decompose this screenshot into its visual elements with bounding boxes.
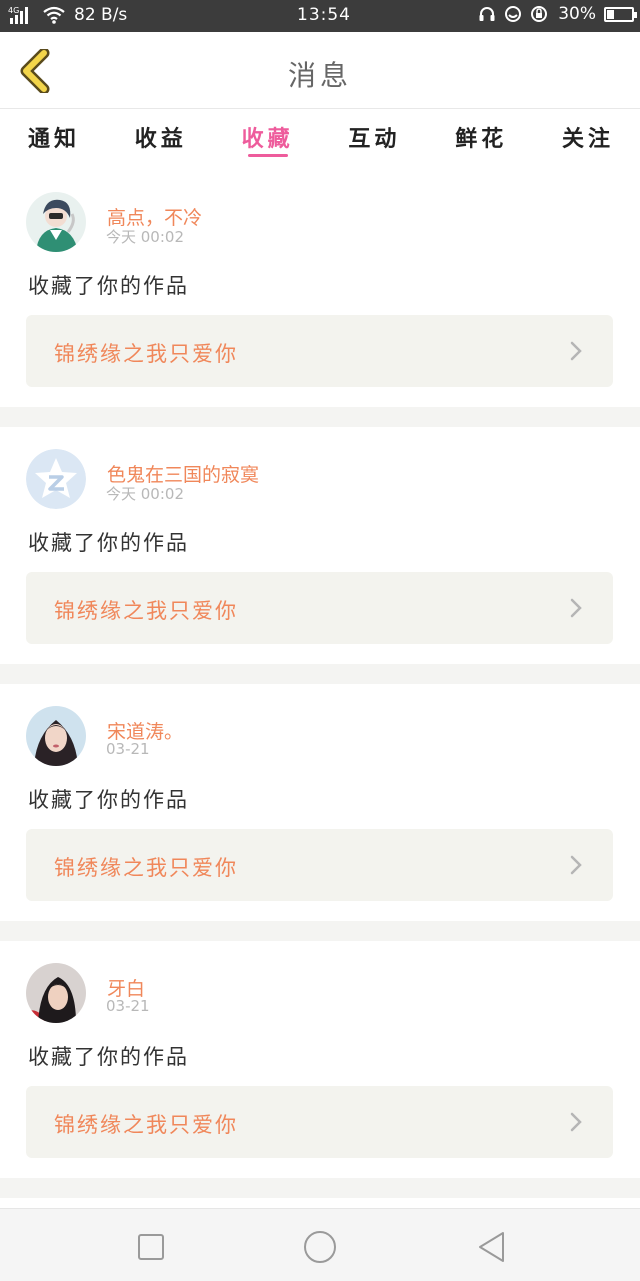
timestamp: 今天 00:02 <box>106 228 184 246</box>
chevron-right-icon <box>570 341 582 361</box>
tab-flowers[interactable]: 鲜花 <box>455 109 507 169</box>
work-link[interactable]: 锦绣缘之我只爱你 <box>26 315 613 387</box>
tab-label: 通知 <box>28 127 81 152</box>
tab-favorites[interactable]: 收藏 <box>242 109 294 169</box>
divider <box>0 1178 640 1198</box>
recent-apps-button[interactable] <box>131 1227 171 1267</box>
divider <box>0 664 640 684</box>
headphones-icon <box>478 5 496 23</box>
default-avatar-icon <box>26 449 86 509</box>
tab-label: 收藏 <box>241 127 294 152</box>
network-speed: 82 B/s <box>74 5 128 25</box>
work-link[interactable]: 锦绣缘之我只爱你 <box>26 829 613 901</box>
divider <box>0 407 640 427</box>
tab-follows[interactable]: 关注 <box>562 109 614 169</box>
divider <box>0 921 640 941</box>
rotation-lock-icon <box>530 5 550 23</box>
tab-earnings[interactable]: 收益 <box>135 109 187 169</box>
active-tab-indicator <box>247 154 288 157</box>
system-nav-bar <box>0 1208 640 1281</box>
avatar[interactable] <box>26 192 86 252</box>
photo-avatar-icon <box>26 963 86 1023</box>
back-nav-button[interactable] <box>472 1227 512 1267</box>
message-card: 牙白 03-21 收藏了你的作品 锦绣缘之我只爱你 <box>0 941 640 1178</box>
action-text: 收藏了你的作品 <box>28 788 189 812</box>
app-header: 消息 <box>0 32 640 109</box>
tab-interactions[interactable]: 互动 <box>348 109 400 169</box>
photo-avatar-icon <box>26 706 86 766</box>
message-card: 高点，不冷 今天 00:02 收藏了你的作品 锦绣缘之我只爱你 <box>0 170 640 407</box>
action-text: 收藏了你的作品 <box>28 531 189 555</box>
avatar[interactable] <box>26 449 86 509</box>
status-bar: 4G 82 B/s 13:54 30% <box>0 0 640 32</box>
home-button[interactable] <box>300 1227 340 1267</box>
tab-notifications[interactable]: 通知 <box>28 109 80 169</box>
network-label: 4G <box>8 6 19 15</box>
tab-label: 收益 <box>134 127 187 152</box>
tab-label: 互动 <box>348 127 401 152</box>
chevron-right-icon <box>570 855 582 875</box>
work-link[interactable]: 锦绣缘之我只爱你 <box>26 1086 613 1158</box>
chevron-right-icon <box>570 1112 582 1132</box>
avatar[interactable] <box>26 706 86 766</box>
message-card: 宋道涛。 03-21 收藏了你的作品 锦绣缘之我只爱你 <box>0 684 640 921</box>
timestamp: 今天 00:02 <box>106 485 184 503</box>
work-link[interactable]: 锦绣缘之我只爱你 <box>26 572 613 644</box>
tab-label: 关注 <box>561 127 614 152</box>
tab-label: 鲜花 <box>455 127 508 152</box>
wifi-icon <box>42 5 66 25</box>
battery-percent: 30% <box>558 4 596 24</box>
anime-avatar-icon <box>26 192 86 252</box>
action-text: 收藏了你的作品 <box>28 1045 189 1069</box>
battery-icon <box>604 6 637 22</box>
action-text: 收藏了你的作品 <box>28 274 189 298</box>
tab-bar: 通知 收益 收藏 互动 鲜花 关注 <box>0 109 640 169</box>
signal-icon: 4G <box>8 5 34 25</box>
page-title: 消息 <box>287 59 352 92</box>
chevron-right-icon <box>570 598 582 618</box>
message-list: 高点，不冷 今天 00:02 收藏了你的作品 锦绣缘之我只爱你 色鬼在三国的寂寞… <box>0 170 640 1198</box>
work-title: 锦绣缘之我只爱你 <box>54 1113 238 1137</box>
timestamp: 03-21 <box>106 997 150 1015</box>
avatar[interactable] <box>26 963 86 1023</box>
message-card: 色鬼在三国的寂寞 今天 00:02 收藏了你的作品 锦绣缘之我只爱你 <box>0 427 640 664</box>
work-title: 锦绣缘之我只爱你 <box>54 856 238 880</box>
clock: 13:54 <box>297 5 351 25</box>
work-title: 锦绣缘之我只爱你 <box>54 342 238 366</box>
work-title: 锦绣缘之我只爱你 <box>54 599 238 623</box>
sync-icon <box>504 5 522 23</box>
timestamp: 03-21 <box>106 740 150 758</box>
